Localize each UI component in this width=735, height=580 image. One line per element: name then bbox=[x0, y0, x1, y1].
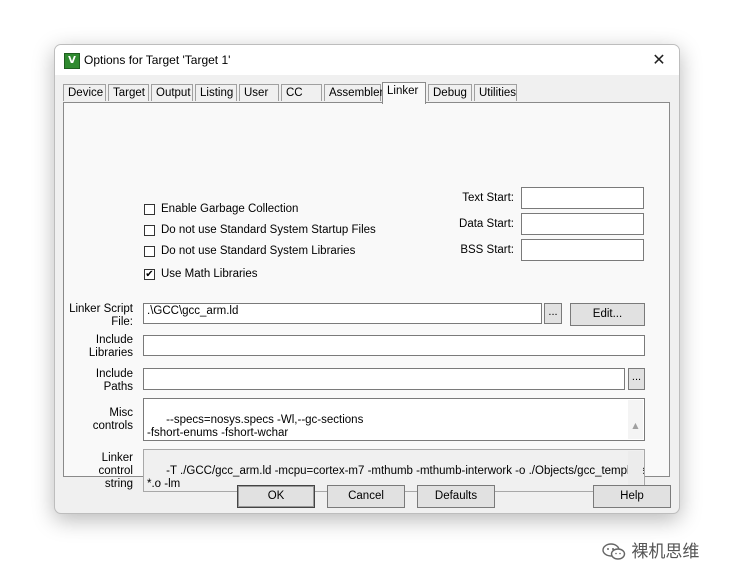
linker-control-label-line3: string bbox=[104, 478, 133, 490]
use-math-checkbox[interactable]: ✔ bbox=[144, 269, 155, 280]
tab-linker[interactable]: Linker bbox=[382, 82, 426, 104]
linker-script-browse-button[interactable]: ... bbox=[544, 303, 562, 324]
text-start-field[interactable] bbox=[521, 187, 644, 209]
tab-user[interactable]: User bbox=[239, 84, 279, 101]
include-paths-label: Include Paths bbox=[96, 368, 133, 394]
include-paths-label-line1: Include bbox=[95, 368, 133, 380]
tab-output[interactable]: Output bbox=[151, 84, 193, 101]
include-libraries-label-line2: Libraries bbox=[88, 347, 133, 359]
cancel-button[interactable]: Cancel bbox=[327, 485, 405, 508]
keil-uvision-icon: V bbox=[64, 53, 80, 69]
linker-control-string-label: Linker control string bbox=[98, 452, 133, 491]
no-stdlib-label: Do not use Standard System Libraries bbox=[161, 245, 356, 257]
misc-controls-label-line2: controls bbox=[92, 420, 133, 432]
enable-gc-checkbox[interactable] bbox=[144, 204, 155, 215]
options-dialog: V Options for Target 'Target 1' ✕ Device… bbox=[54, 44, 680, 514]
linker-control-label-line1: Linker bbox=[101, 452, 133, 464]
window-title: Options for Target 'Target 1' bbox=[84, 53, 231, 67]
tab-target[interactable]: Target bbox=[108, 84, 149, 101]
tab-utilities[interactable]: Utilities bbox=[474, 84, 517, 101]
no-startup-label: Do not use Standard System Startup Files bbox=[161, 224, 376, 236]
watermark: 裸机思维 bbox=[602, 537, 699, 562]
help-button[interactable]: Help bbox=[593, 485, 671, 508]
no-startup-checkbox[interactable] bbox=[144, 225, 155, 236]
bss-start-label: BSS Start: bbox=[460, 244, 514, 256]
misc-controls-scrollbar[interactable]: ▲ ▼ bbox=[628, 400, 643, 439]
include-paths-browse-button[interactable]: ... bbox=[628, 368, 645, 390]
data-start-field[interactable] bbox=[521, 213, 644, 235]
misc-controls-field[interactable]: --specs=nosys.specs -Wl,--gc-sections -f… bbox=[143, 398, 645, 441]
close-button[interactable]: ✕ bbox=[645, 48, 673, 72]
linker-control-label-line2: control bbox=[98, 465, 133, 477]
include-libraries-label-line1: Include bbox=[95, 334, 133, 346]
enable-gc-label: Enable Garbage Collection bbox=[161, 203, 299, 215]
no-stdlib-checkbox[interactable] bbox=[144, 246, 155, 257]
watermark-text: 裸机思维 bbox=[631, 542, 700, 562]
title-bar: V Options for Target 'Target 1' ✕ bbox=[55, 45, 679, 75]
text-start-label: Text Start: bbox=[462, 192, 514, 204]
tab-debug[interactable]: Debug bbox=[428, 84, 472, 101]
misc-controls-label: Misc controls bbox=[93, 407, 133, 433]
include-paths-field[interactable] bbox=[143, 368, 625, 390]
tab-assembler[interactable]: Assembler bbox=[324, 84, 383, 101]
include-libraries-field[interactable] bbox=[143, 335, 645, 356]
defaults-button[interactable]: Defaults bbox=[417, 485, 495, 508]
tab-strip: Device Target Output Listing User CC Ass… bbox=[63, 82, 671, 104]
bss-start-field[interactable] bbox=[521, 239, 644, 261]
tab-listing[interactable]: Listing bbox=[195, 84, 237, 101]
misc-controls-text: --specs=nosys.specs -Wl,--gc-sections -f… bbox=[147, 414, 364, 439]
edit-linker-script-button[interactable]: Edit... bbox=[570, 303, 645, 326]
wechat-icon bbox=[602, 543, 626, 560]
include-paths-label-line2: Paths bbox=[103, 381, 133, 393]
tab-device[interactable]: Device bbox=[63, 84, 106, 101]
ok-button[interactable]: OK bbox=[237, 485, 315, 508]
include-libraries-label: Include Libraries bbox=[89, 334, 133, 360]
use-math-label: Use Math Libraries bbox=[161, 268, 258, 280]
linker-script-label-line2: File: bbox=[111, 316, 133, 328]
linker-script-label: Linker Script File: bbox=[69, 303, 133, 329]
tab-cc[interactable]: CC bbox=[281, 84, 322, 101]
linker-script-field[interactable]: .\GCC\gcc_arm.ld bbox=[143, 303, 542, 324]
data-start-label: Data Start: bbox=[459, 218, 514, 230]
scroll-up-arrow-icon[interactable]: ▲ bbox=[628, 421, 643, 430]
linker-script-label-line1: Linker Script bbox=[69, 303, 133, 315]
misc-controls-label-line1: Misc bbox=[109, 407, 133, 419]
linker-tab-panel: Enable Garbage Collection Do not use Sta… bbox=[63, 102, 670, 492]
